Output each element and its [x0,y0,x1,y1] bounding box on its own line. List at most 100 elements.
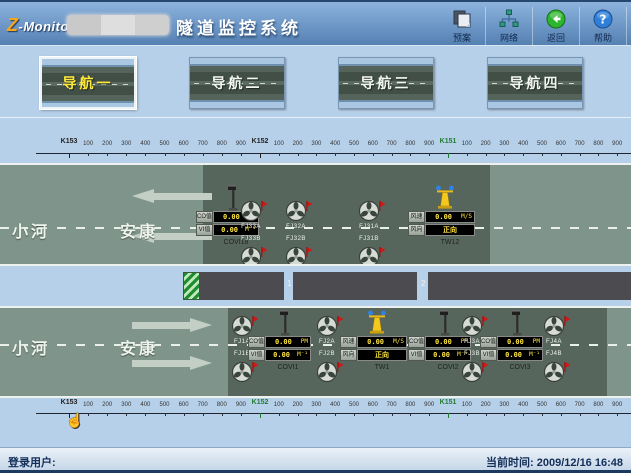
ruler-tick [260,413,261,418]
readout-value: 正向 [358,352,406,359]
distance-label: 200 [293,402,303,408]
ruler-tick [241,413,242,416]
km-marker-label: K151 [440,138,457,145]
ruler-tick [69,153,70,158]
ruler-tick [523,153,524,156]
window-title: 隧道监控系统 [176,14,302,39]
fan-label: FJ4B [536,351,572,357]
fan-icon [240,246,262,266]
ruler-tick [241,153,242,156]
distance-label: 800 [217,141,227,147]
readout-label: CO值 [408,336,425,348]
distance-label: 600 [556,402,566,408]
ruler-tick [542,413,543,416]
fan-icon [316,361,338,383]
readout-label: CO值 [480,336,497,348]
distance-label: 200 [293,141,303,147]
distance-label: 100 [274,141,284,147]
distance-label: 100 [274,402,284,408]
ruler-tick [354,153,355,156]
tool-button-back[interactable]: 返回 [533,7,580,45]
nav-button-1[interactable]: 导航一 [40,57,136,109]
distance-label: 300 [499,402,509,408]
distance-label: 900 [236,402,246,408]
distance-label: 600 [556,141,566,147]
ruler-tick [316,413,317,416]
ruler-tick [410,153,411,156]
ruler-tick [88,153,89,156]
ruler-tick [486,413,487,416]
ruler-tick [165,153,166,156]
distance-label: 800 [217,402,227,408]
readout-value: 0.00 [266,352,297,359]
readout-row: CO值0.00PM [480,336,543,348]
distance-label: 100 [462,141,472,147]
km-marker-label: K153 [61,399,78,406]
readout-row: CO值0.00PM [248,336,311,348]
tool-button-help[interactable]: ?帮助 [580,7,627,45]
nav-button-label: 导航一 [42,59,134,107]
fan-unit-FJ31A[interactable]: FJ31AFJ31B [358,200,394,266]
ruler-tick [373,413,374,416]
fan-label: FJ32A [278,224,314,230]
tool-button-label: 网络 [500,31,518,44]
redacted-area [67,15,169,35]
ruler-tick [335,153,336,156]
fan-unit-FJ32A[interactable]: FJ32AFJ32B [285,200,321,266]
wind-sensor-TW1[interactable]: 风速0.00M/S风向正向TW1 [340,310,410,372]
ruler-tick [429,153,430,156]
fan-status-led [379,201,386,211]
ruler-tick [580,413,581,416]
wind-sensor-TW12[interactable]: 风速0.00M/S风向正向TW12 [408,185,478,247]
fan-unit-FJ33A[interactable]: FJ33AFJ33B [240,200,276,266]
fan-unit-FJ4A[interactable]: FJ4AFJ4B [543,315,579,387]
ruler-tick [107,153,108,156]
distance-label: 600 [179,402,189,408]
cross-passage-bar [293,272,417,300]
distance-label: 900 [424,402,434,408]
readout-label: VI值 [480,349,497,361]
fan-icon [285,246,307,266]
co-vi-detector-icon [510,310,524,336]
sensor-id-label: COVI3 [497,364,543,371]
nav-button-4[interactable]: 导航四 [487,57,583,109]
km-marker-label: K152 [252,138,269,145]
readout-row: VI值0.00M⁻¹ [248,349,311,361]
ruler-tick [184,153,185,156]
readout-unit: M/S [461,214,474,220]
distance-label: 200 [481,402,491,408]
covi-sensor-COVI1[interactable]: CO值0.00PMVI值0.00M⁻¹COVI1 [248,310,318,372]
distance-label: 600 [179,141,189,147]
distance-label: 300 [121,402,131,408]
ruler-tick [279,153,280,156]
distance-label: 500 [349,141,359,147]
ruler-tick [184,413,185,416]
anemometer-icon [434,185,456,209]
nav-button-label: 导航三 [339,58,433,108]
ruler-tick [222,153,223,156]
nav-separator-line [0,117,631,118]
ruler-tick [145,413,146,416]
nav-button-3[interactable]: 导航三 [338,57,434,109]
readout-value: 0.00 [266,339,301,346]
cross-passage-bar [428,272,631,300]
distance-label: 400 [330,141,340,147]
tool-button-network[interactable]: 网络 [486,7,533,45]
ruler-tick [107,413,108,416]
fan-status-led [261,247,268,257]
fan-icon [285,200,307,222]
ruler-tick [126,413,127,416]
tool-button-preplan[interactable]: 预案 [439,7,486,45]
app-logo: Z-Monitor [7,15,74,36]
readout-label: VI值 [408,349,425,361]
ruler-tick [88,413,89,416]
ruler-tick [523,413,524,416]
logo-z: Z [7,15,19,35]
readout-value-box: 0.00M/S [425,211,475,223]
fan-icon [240,200,262,222]
fan-icon [543,315,565,337]
nav-button-2[interactable]: 导航二 [189,57,285,109]
ruler-tick [617,413,618,416]
ruler-tick [580,153,581,156]
tool-button-label: 帮助 [594,31,612,44]
